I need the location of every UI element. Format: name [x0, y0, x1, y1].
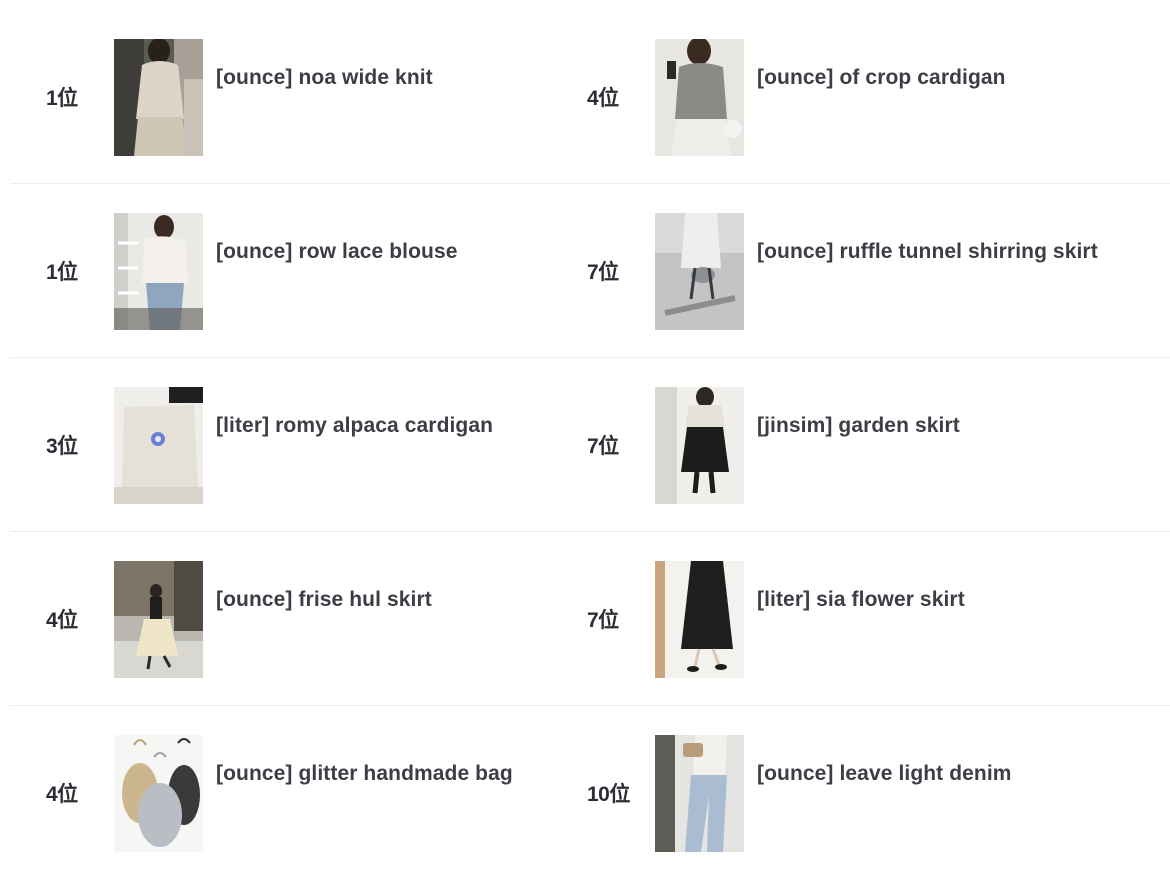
street-skirt-photo	[114, 561, 203, 678]
product-title[interactable]: [ounce] glitter handmade bag	[216, 762, 513, 786]
rank-label: 7位	[587, 435, 619, 458]
rank-label: 1位	[46, 87, 78, 110]
ranking-row[interactable]: 4位 [ounce] glitter handmade bag	[10, 706, 550, 880]
product-thumbnail[interactable]	[655, 387, 744, 504]
ranking-row[interactable]: 4位 [ounce] of crop cardigan	[551, 10, 1170, 184]
product-thumbnail[interactable]	[655, 735, 744, 852]
ranking-row[interactable]: 10位 [ounce] leave light denim	[551, 706, 1170, 880]
ranking-row[interactable]: 4位 [ounce] frise hul skirt	[10, 532, 550, 706]
ranking-row[interactable]: 3位 [liter] romy alpaca cardigan	[10, 358, 550, 532]
rank-label: 4位	[46, 783, 78, 806]
mirror-selfie-photo	[655, 39, 744, 156]
product-thumbnail[interactable]	[114, 735, 203, 852]
rank-label: 3位	[46, 435, 78, 458]
product-title[interactable]: [ounce] noa wide knit	[216, 66, 433, 90]
rank-label: 1位	[46, 261, 78, 284]
ranking-row[interactable]: 1位 [ounce] noa wide knit	[10, 10, 550, 184]
cardigan-flatlay-photo	[114, 387, 203, 504]
ruffle-skirt-photo	[655, 213, 744, 330]
rank-label: 4位	[46, 609, 78, 632]
product-thumbnail[interactable]	[114, 561, 203, 678]
ranking-column-left: 1位 [ounce] noa wide knit 1位 [ounce] row …	[10, 10, 550, 880]
product-title[interactable]: [jinsim] garden skirt	[757, 414, 960, 438]
ranking-row[interactable]: 7位 [jinsim] garden skirt	[551, 358, 1170, 532]
rank-label: 4位	[587, 87, 619, 110]
black-skirt-photo	[655, 387, 744, 504]
product-title[interactable]: [ounce] frise hul skirt	[216, 588, 432, 612]
rank-label: 7位	[587, 609, 619, 632]
model-blouse-photo	[114, 213, 203, 330]
product-thumbnail[interactable]	[655, 39, 744, 156]
product-title[interactable]: [liter] romy alpaca cardigan	[216, 414, 493, 438]
product-title[interactable]: [liter] sia flower skirt	[757, 588, 965, 612]
denim-photo	[655, 735, 744, 852]
ranking-row[interactable]: 1位 [ounce] row lace blouse	[10, 184, 550, 358]
product-thumbnail[interactable]	[114, 213, 203, 330]
product-title[interactable]: [ounce] row lace blouse	[216, 240, 458, 264]
product-title[interactable]: [ounce] of crop cardigan	[757, 66, 1006, 90]
product-thumbnail[interactable]	[655, 561, 744, 678]
rank-label: 10位	[587, 783, 630, 806]
knit-bags-photo	[114, 735, 203, 852]
rank-label: 7位	[587, 261, 619, 284]
flower-skirt-photo	[655, 561, 744, 678]
product-title[interactable]: [ounce] ruffle tunnel shirring skirt	[757, 240, 1098, 264]
product-thumbnail[interactable]	[114, 39, 203, 156]
ranking-row[interactable]: 7位 [liter] sia flower skirt	[551, 532, 1170, 706]
product-thumbnail[interactable]	[114, 387, 203, 504]
ranking-column-right: 4位 [ounce] of crop cardigan 7位 [ounce] r…	[551, 10, 1170, 880]
model-knit-photo	[114, 39, 203, 156]
product-title[interactable]: [ounce] leave light denim	[757, 762, 1012, 786]
product-thumbnail[interactable]	[655, 213, 744, 330]
ranking-row[interactable]: 7位 [ounce] ruffle tunnel shirring skirt	[551, 184, 1170, 358]
